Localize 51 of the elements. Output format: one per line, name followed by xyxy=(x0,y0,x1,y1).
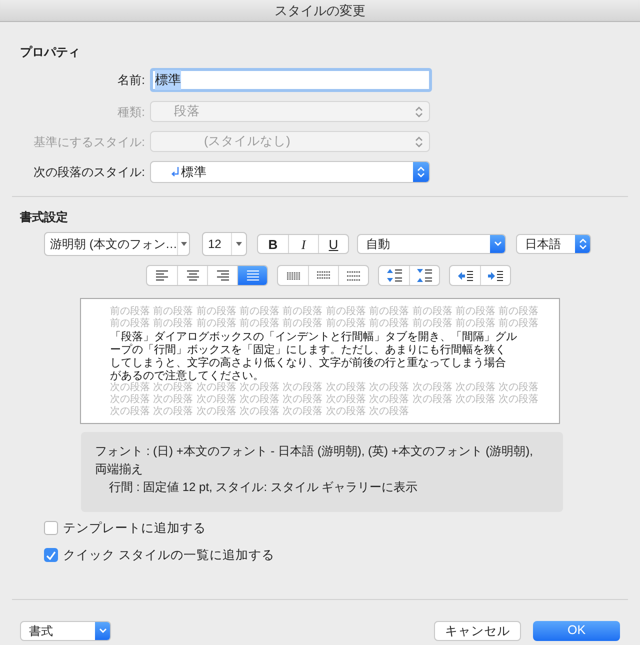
name-field[interactable]: 標準 xyxy=(150,68,432,92)
align-right-icon xyxy=(216,270,228,281)
dropdown-arrow-icon xyxy=(177,233,189,255)
chevron-icon xyxy=(490,235,505,253)
chevron-icon xyxy=(415,136,423,148)
field-label: 種類: xyxy=(116,104,146,120)
align-left-icon xyxy=(156,270,168,281)
next-paragraph-text: 次の段落 次の段落 次の段落 次の段落 次の段落 次の段落 次の段落 次の段落 次の段落 次の段落 xyxy=(110,394,540,406)
single-icon xyxy=(286,270,300,280)
preview-text: 「段落」ダイアログボックスの「インデントと行間幅」タブを開き、「間隔」グル ープの「行間」ボックスを「固定」にします。ただし、あまりにも行間幅を狭く してしまうと、文字の高さより低くなり、文字が前後の行と重なってしまう場合 があるので注意してください。 xyxy=(110,330,518,382)
increase-icon xyxy=(417,269,432,282)
checkbox-label: クイック スタイルの一覧に追加する xyxy=(63,546,274,564)
chevron-icon xyxy=(95,622,110,640)
description-text: 両端揃え xyxy=(95,461,144,478)
previous-paragraph-text: 前の段落 前の段落 前の段落 前の段落 前の段落 前の段落 前の段落 前の段落 前の段落 前の段落 xyxy=(110,318,540,330)
popup-button[interactable]: 標準 xyxy=(150,161,430,183)
language-popup[interactable]: 日本語 xyxy=(516,234,591,254)
format-button[interactable]: U xyxy=(318,235,348,253)
field-label: 名前: xyxy=(116,72,146,89)
double-icon xyxy=(347,270,360,280)
format-menu[interactable]: 書式 xyxy=(20,620,111,640)
justify-button[interactable] xyxy=(237,266,267,285)
description-text: 行間 : 固定値 12 pt, スタイル: スタイル ギャラリーに表示 xyxy=(108,479,419,496)
field-label: 次の段落のスタイル: xyxy=(32,164,146,181)
one-half-icon xyxy=(317,270,330,280)
checkbox[interactable] xyxy=(44,548,58,562)
checkbox[interactable] xyxy=(44,521,58,536)
return-icon xyxy=(171,166,179,178)
checkbox-label: テンプレートに追加する xyxy=(63,520,206,537)
field-label: 基準にするスタイル: xyxy=(32,134,146,150)
description-text: フォント : (日) +本文のフォント - 日本語 (游明朝), (英) +本文のフォント (游明朝), xyxy=(95,443,534,460)
decrease-icon xyxy=(458,270,472,280)
format-button[interactable]: B xyxy=(258,235,288,253)
chevron-icon xyxy=(575,235,590,253)
format-button[interactable]: I xyxy=(288,235,318,253)
section-heading: 書式設定 xyxy=(20,209,69,226)
color-popup[interactable]: 自動 xyxy=(357,234,506,254)
font-combo[interactable]: 游明朝 (本文のフォン… xyxy=(44,232,190,256)
cancel-button[interactable]: キャンセル xyxy=(434,620,521,640)
next-paragraph-text: 次の段落 次の段落 次の段落 次の段落 次の段落 次の段落 次の段落 次の段落 次の段落 次の段落 xyxy=(110,382,540,394)
section-heading: プロパティ xyxy=(20,44,81,61)
window-title: スタイルの変更 xyxy=(274,2,366,20)
previous-paragraph-text: 前の段落 前の段落 前の段落 前の段落 前の段落 前の段落 前の段落 前の段落 前の段落 前の段落 xyxy=(110,306,540,318)
size-combo[interactable]: 12 xyxy=(202,232,247,256)
align-justify-icon xyxy=(246,270,258,281)
chevron-icon xyxy=(413,162,429,182)
increase-icon xyxy=(488,270,503,280)
decrease-icon xyxy=(386,269,402,282)
align-center-icon xyxy=(186,270,198,281)
chevron-icon xyxy=(415,106,423,118)
next-paragraph-text: 次の段落 次の段落 次の段落 次の段落 次の段落 次の段落 次の段落 xyxy=(110,406,410,418)
